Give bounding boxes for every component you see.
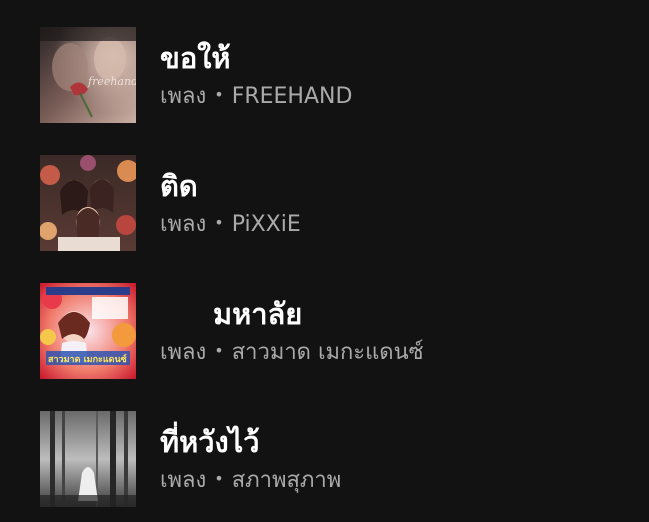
result-type-label: เพลง — [160, 212, 207, 237]
song-result-row[interactable]: สาวมาด เมกะแดนซ์ มหาลัย เพลง • สาวมาด เมกะ… — [40, 283, 640, 379]
song-title[interactable]: มหาลัย — [213, 294, 302, 334]
album-art-text: freehand — [87, 75, 136, 88]
separator-dot: • — [214, 469, 224, 488]
artist-name[interactable]: สภาพสุภาพ — [232, 468, 342, 493]
song-result-row[interactable]: freehand ขอให้ เพลง • FREEHAND — [40, 27, 640, 123]
artist-name[interactable]: FREEHAND — [232, 84, 353, 109]
song-title[interactable]: ติด — [160, 166, 198, 206]
album-art-text: สาวมาด เมกะแดนซ์ — [48, 353, 127, 365]
album-art-thumbnail[interactable] — [40, 155, 136, 251]
song-title[interactable]: ขอให้ — [160, 38, 231, 78]
song-subtitle: เพลง • สาวมาด เมกะแดนซ์ — [160, 338, 424, 368]
song-title[interactable]: ที่หวังไว้ — [160, 422, 260, 462]
separator-dot: • — [214, 341, 224, 360]
song-subtitle: เพลง • PiXXiE — [160, 210, 301, 240]
album-art-thumbnail[interactable]: สาวมาด เมกะแดนซ์ — [40, 283, 136, 379]
artist-name[interactable]: PiXXiE — [232, 212, 301, 237]
song-result-row[interactable]: ติด เพลง • PiXXiE — [40, 155, 640, 251]
separator-dot: • — [214, 85, 224, 104]
song-result-row[interactable]: ที่หวังไว้ เพลง • สภาพสุภาพ — [40, 411, 640, 507]
album-art-saomad: สาวมาด เมกะแดนซ์ — [40, 283, 136, 379]
artist-name[interactable]: สาวมาด เมกะแดนซ์ — [232, 340, 424, 365]
separator-dot: • — [214, 213, 224, 232]
search-results-list: freehand ขอให้ เพลง • FREEHAND ติด เพลง … — [0, 0, 649, 522]
song-subtitle: เพลง • FREEHAND — [160, 82, 352, 112]
album-art-sapapsupap — [40, 411, 136, 507]
song-subtitle: เพลง • สภาพสุภาพ — [160, 466, 341, 496]
album-art-freehand: freehand — [40, 27, 136, 123]
album-art-thumbnail[interactable]: freehand — [40, 27, 136, 123]
album-art-pixxie — [40, 155, 136, 251]
result-type-label: เพลง — [160, 84, 207, 109]
result-type-label: เพลง — [160, 468, 207, 493]
result-type-label: เพลง — [160, 340, 207, 365]
album-art-thumbnail[interactable] — [40, 411, 136, 507]
